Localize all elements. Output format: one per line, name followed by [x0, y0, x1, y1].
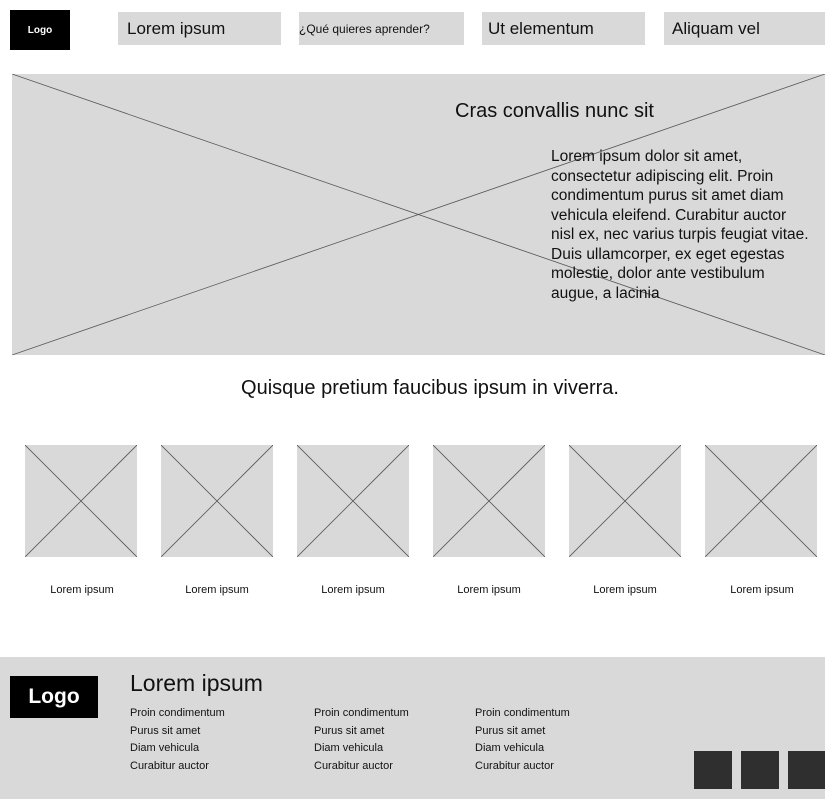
nav-item-1[interactable]: Lorem ipsum — [118, 12, 281, 45]
card-label-4[interactable]: Lorem ipsum — [419, 584, 559, 596]
footer-link[interactable]: Curabitur auctor — [475, 758, 570, 776]
social-icon-1[interactable] — [694, 751, 732, 789]
social-icon-3[interactable] — [788, 751, 825, 789]
hero-body-text: Lorem ipsum dolor sit amet, consectetur … — [551, 148, 809, 302]
footer-link[interactable]: Diam vehicula — [475, 740, 570, 758]
footer-column-2: Proin condimentum Purus sit amet Diam ve… — [314, 705, 409, 775]
social-icon-2[interactable] — [741, 751, 779, 789]
footer-link[interactable]: Proin condimentum — [314, 705, 409, 723]
image-placeholder-icon — [25, 445, 137, 557]
header-logo[interactable]: Logo — [10, 10, 70, 50]
nav-item-4[interactable]: Aliquam vel — [664, 12, 825, 45]
card-label-2[interactable]: Lorem ipsum — [147, 584, 287, 596]
image-placeholder-icon — [297, 445, 409, 557]
card-label-5[interactable]: Lorem ipsum — [555, 584, 695, 596]
section-heading: Quisque pretium faucibus ipsum in viverr… — [241, 377, 619, 399]
hero-banner: Cras convallis nunc sit Lorem ipsum dolo… — [12, 74, 825, 355]
card-image-3[interactable] — [297, 445, 409, 557]
nav-item-que-quieres-aprender[interactable]: ¿Qué quieres aprender? — [299, 12, 464, 45]
footer-column-1: Proin condimentum Purus sit amet Diam ve… — [130, 705, 225, 775]
card-image-6[interactable] — [705, 445, 817, 557]
footer-link[interactable]: Diam vehicula — [130, 740, 225, 758]
footer-column-3: Proin condimentum Purus sit amet Diam ve… — [475, 705, 570, 775]
footer-link[interactable]: Curabitur auctor — [314, 758, 409, 776]
footer-link[interactable]: Purus sit amet — [130, 723, 225, 741]
card-label-1[interactable]: Lorem ipsum — [12, 584, 152, 596]
image-placeholder-icon — [433, 445, 545, 557]
card-label-6[interactable]: Lorem ipsum — [692, 584, 825, 596]
footer-link[interactable]: Purus sit amet — [475, 723, 570, 741]
nav-item-3[interactable]: Ut elementum — [482, 12, 645, 45]
image-placeholder-icon — [569, 445, 681, 557]
hero-title: Cras convallis nunc sit — [455, 100, 654, 122]
image-placeholder-icon — [705, 445, 817, 557]
card-image-5[interactable] — [569, 445, 681, 557]
footer-link[interactable]: Diam vehicula — [314, 740, 409, 758]
card-image-4[interactable] — [433, 445, 545, 557]
image-placeholder-icon — [161, 445, 273, 557]
footer-link[interactable]: Curabitur auctor — [130, 758, 225, 776]
footer-link[interactable]: Purus sit amet — [314, 723, 409, 741]
card-label-3[interactable]: Lorem ipsum — [283, 584, 423, 596]
card-image-1[interactable] — [25, 445, 137, 557]
footer-logo[interactable]: Logo — [10, 676, 98, 718]
footer-link[interactable]: Proin condimentum — [475, 705, 570, 723]
footer: Logo Lorem ipsum Proin condimentum Purus… — [0, 657, 825, 799]
footer-title: Lorem ipsum — [130, 670, 263, 696]
card-image-2[interactable] — [161, 445, 273, 557]
footer-link[interactable]: Proin condimentum — [130, 705, 225, 723]
